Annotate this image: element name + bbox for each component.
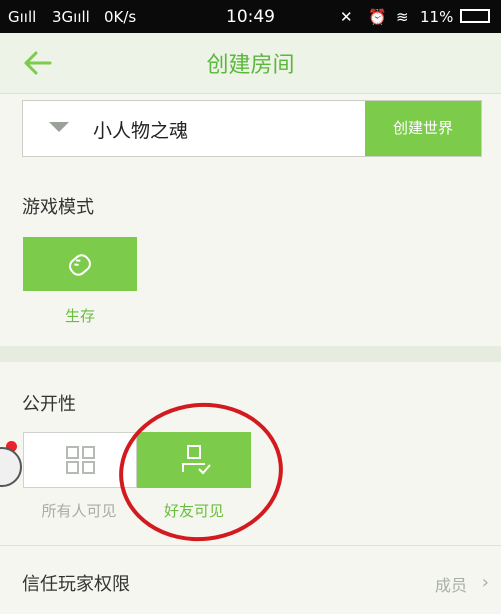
visibility-all-label: 所有人可见 [41, 502, 117, 520]
battery-icon [460, 9, 490, 23]
row-separator [0, 545, 501, 546]
survival-mode-label: 生存 [64, 307, 95, 325]
battery-percent: 11% [420, 8, 454, 26]
section-divider [0, 346, 501, 362]
floating-handle[interactable] [0, 447, 22, 487]
annotation-circle [112, 394, 290, 550]
mute-icon: ✕ [340, 8, 353, 26]
chevron-right-icon[interactable]: › [482, 572, 489, 593]
app-header: 创建房间 [0, 33, 501, 94]
trust-permission-value[interactable]: 成员 [435, 572, 467, 596]
trust-permission-label[interactable]: 信任玩家权限 [22, 570, 130, 596]
alarm-icon: ⏰ [368, 8, 387, 26]
game-mode-label: 游戏模式 [22, 197, 94, 218]
survival-mode-button[interactable] [23, 237, 137, 291]
create-world-button[interactable]: 创建世界 [365, 101, 481, 156]
network-indicator: 3Gııll [52, 8, 90, 26]
world-name[interactable]: 小人物之魂 [93, 116, 188, 143]
wifi-icon: ≋ [396, 8, 409, 26]
dropdown-triangle-icon[interactable] [49, 122, 69, 132]
grid-people-icon [66, 446, 95, 474]
visibility-label: 公开性 [22, 394, 76, 415]
status-bar: Gııll 3Gııll 0K/s 10:49 ✕ ⏰ ≋ 11% [0, 0, 501, 33]
page-title: 创建房间 [206, 53, 295, 78]
clock: 10:49 [226, 7, 275, 27]
network-speed: 0K/s [104, 8, 137, 26]
world-selector[interactable]: 小人物之魂 创建世界 [22, 100, 482, 157]
bread-icon [69, 254, 91, 276]
signal-indicator: Gııll [8, 8, 37, 26]
